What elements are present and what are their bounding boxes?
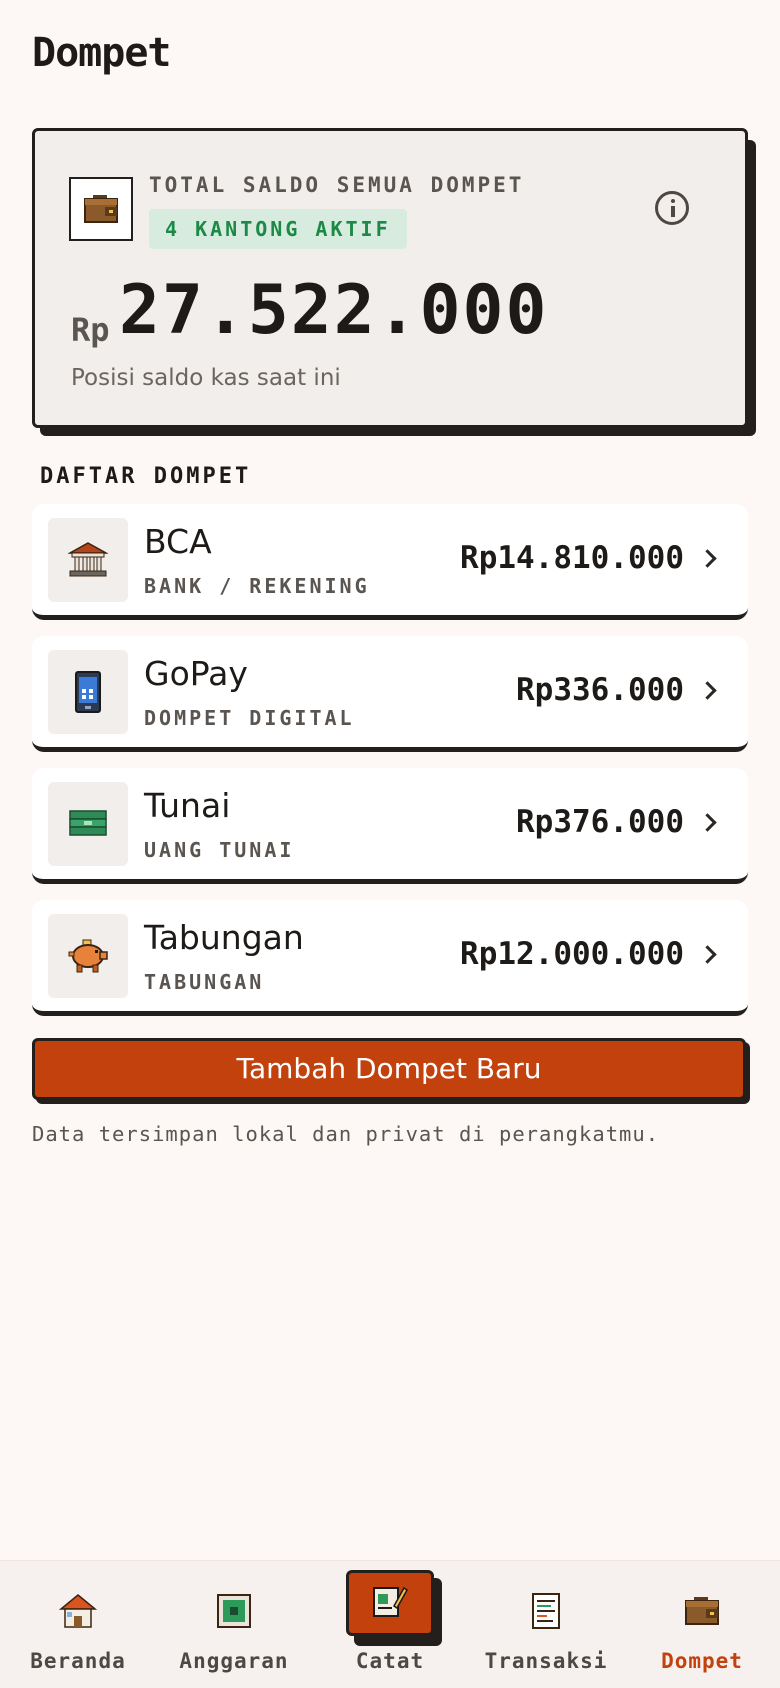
privacy-note: Data tersimpan lokal dan privat di peran… — [32, 1122, 660, 1146]
note-icon — [372, 1584, 408, 1622]
wallet-icon — [680, 1589, 724, 1633]
summary-card: TOTAL SALDO SEMUA DOMPET 4 KANTONG AKTIF… — [32, 128, 748, 428]
info-icon[interactable] — [655, 191, 689, 225]
wallet-name: Tabungan — [144, 918, 304, 957]
nav-item-dompet[interactable]: Dompet — [624, 1561, 780, 1688]
wallet-name: GoPay — [144, 654, 248, 693]
wallet-item-gopay[interactable]: GoPay DOMPET DIGITAL Rp336.000 — [32, 636, 748, 752]
chevron-right-icon — [698, 813, 717, 832]
page-title: Dompet — [32, 30, 171, 76]
wallet-list: BCA BANK / REKENING Rp14.810.000 GoPay D… — [32, 504, 748, 1032]
wallet-icon — [69, 177, 133, 241]
wallet-type: TABUNGAN — [144, 970, 265, 994]
wallet-type: BANK / REKENING — [144, 574, 370, 598]
wallet-name: BCA — [144, 522, 212, 561]
wallet-type: UANG TUNAI — [144, 838, 295, 862]
chevron-right-icon — [698, 681, 717, 700]
nav-item-beranda[interactable]: Beranda — [0, 1561, 156, 1688]
cash-icon — [48, 782, 128, 866]
nav-label: Anggaran — [179, 1649, 289, 1673]
wallet-item-tunai[interactable]: Tunai UANG TUNAI Rp376.000 — [32, 768, 748, 884]
nav-item-anggaran[interactable]: Anggaran — [156, 1561, 312, 1688]
home-icon — [56, 1589, 100, 1633]
nav-label: Beranda — [30, 1649, 126, 1673]
nav-item-transaksi[interactable]: Transaksi — [468, 1561, 624, 1688]
active-wallets-badge: 4 KANTONG AKTIF — [149, 209, 407, 249]
total-caption: Posisi saldo kas saat ini — [71, 365, 341, 391]
wallet-balance: Rp12.000.000 — [460, 936, 684, 972]
phone-icon — [48, 650, 128, 734]
section-title: DAFTAR DOMPET — [40, 464, 252, 489]
bank-icon — [48, 518, 128, 602]
wallet-name: Tunai — [144, 786, 231, 825]
piggy-bank-icon — [48, 914, 128, 998]
catat-button[interactable] — [346, 1570, 434, 1636]
budget-icon — [212, 1589, 256, 1633]
wallet-balance: Rp336.000 — [516, 672, 684, 708]
wallet-item-tabungan[interactable]: Tabungan TABUNGAN Rp12.000.000 — [32, 900, 748, 1016]
chevron-right-icon — [698, 549, 717, 568]
nav-label: Transaksi — [484, 1649, 608, 1673]
wallet-item-bca[interactable]: BCA BANK / REKENING Rp14.810.000 — [32, 504, 748, 620]
nav-label: Dompet — [661, 1649, 743, 1673]
currency-prefix: Rp — [71, 311, 110, 349]
wallet-type: DOMPET DIGITAL — [144, 706, 355, 730]
wallet-balance: Rp14.810.000 — [460, 540, 684, 576]
receipt-icon — [524, 1589, 568, 1633]
total-balance: 27.522.000 — [119, 271, 549, 350]
summary-label: TOTAL SALDO SEMUA DOMPET — [149, 173, 525, 197]
wallet-balance: Rp376.000 — [516, 804, 684, 840]
add-wallet-button[interactable]: Tambah Dompet Baru — [32, 1038, 746, 1100]
chevron-right-icon — [698, 945, 717, 964]
nav-label: Catat — [355, 1649, 425, 1673]
